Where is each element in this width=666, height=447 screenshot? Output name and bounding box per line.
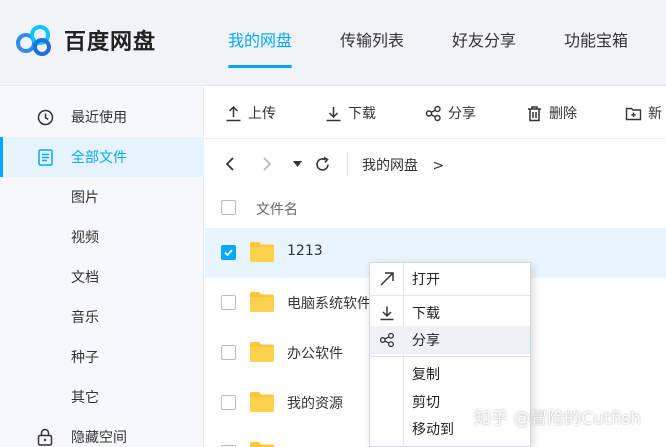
top-nav: 我的网盘 传输列表 好友分享 功能宝箱 <box>228 0 666 86</box>
delete-button[interactable]: 删除 <box>526 87 577 139</box>
select-all-checkbox[interactable] <box>221 200 236 215</box>
sidebar-item-label: 视频 <box>71 230 99 246</box>
breadcrumb-divider <box>347 152 348 176</box>
watermark-text: 知乎 @冒险的Cutfish <box>474 409 642 429</box>
folder-icon <box>250 242 274 262</box>
sidebar-item-music[interactable]: 音乐 <box>0 297 204 337</box>
context-menu-share[interactable]: 分享 <box>370 326 530 354</box>
breadcrumb-item-my-drive[interactable]: 我的网盘 <box>362 158 418 174</box>
sidebar-item-documents[interactable]: 文档 <box>0 257 204 297</box>
context-menu-divider <box>370 295 530 296</box>
cloud-logo-icon <box>16 25 51 56</box>
checkmark-icon <box>222 246 235 259</box>
chevron-left-icon <box>225 157 234 171</box>
sidebar-item-label: 其它 <box>71 390 99 406</box>
new-folder-icon <box>625 107 642 120</box>
app-logo[interactable]: 百度网盘 <box>14 20 156 60</box>
upload-label: 上传 <box>248 106 276 122</box>
context-menu-divider <box>370 356 530 357</box>
folder-icon <box>250 342 274 362</box>
sidebar-item-label: 种子 <box>71 350 99 366</box>
share-icon <box>425 105 441 121</box>
folder-icon <box>250 392 274 412</box>
share-icon <box>378 331 396 349</box>
download-icon <box>378 304 396 322</box>
breadcrumb-bar: 我的网盘 > <box>205 140 666 188</box>
context-menu-open[interactable]: 打开 <box>370 265 530 293</box>
folder-icon <box>250 292 274 312</box>
context-menu-label: 移动到 <box>412 422 454 438</box>
sidebar-item-label: 图片 <box>71 190 99 206</box>
share-button[interactable]: 分享 <box>425 87 476 139</box>
sidebar-item-label: 文档 <box>71 270 99 286</box>
sidebar-item-all-files[interactable]: 全部文件 <box>0 137 204 177</box>
sidebar-item-others[interactable]: 其它 <box>0 377 204 417</box>
sidebar-item-hidden-space[interactable]: 隐藏空间 <box>0 417 204 447</box>
sidebar: 最近使用 全部文件 图片 视频 文档 音乐 种子 其它 隐藏空间 <box>0 87 204 447</box>
sidebar-item-videos[interactable]: 视频 <box>0 217 204 257</box>
context-menu-label: 打开 <box>412 272 440 288</box>
back-button[interactable] <box>220 154 240 174</box>
sidebar-item-images[interactable]: 图片 <box>0 177 204 217</box>
refresh-button[interactable] <box>312 154 332 174</box>
sidebar-item-label: 最近使用 <box>71 110 127 126</box>
context-menu-label: 剪切 <box>412 395 440 411</box>
folder-icon <box>250 442 274 447</box>
forward-button[interactable] <box>257 154 277 174</box>
open-arrow-icon <box>378 270 396 288</box>
new-label: 新 <box>648 106 662 122</box>
file-name[interactable]: 我的资源 <box>287 393 343 413</box>
breadcrumb: 我的网盘 > <box>362 155 444 175</box>
context-menu-copy[interactable]: 复制 <box>370 360 530 388</box>
delete-label: 删除 <box>549 106 577 122</box>
toolbar: 上传 下载 分享 删除 新 <box>205 87 666 139</box>
context-menu-download[interactable]: 下载 <box>370 299 530 327</box>
tab-my-drive[interactable]: 我的网盘 <box>228 0 293 86</box>
tab-toolbox[interactable]: 功能宝箱 <box>564 0 628 86</box>
upload-icon <box>226 105 241 121</box>
download-icon <box>326 106 341 121</box>
download-button[interactable]: 下载 <box>325 87 376 139</box>
row-checkbox[interactable] <box>221 295 236 310</box>
sidebar-item-recent[interactable]: 最近使用 <box>0 97 204 137</box>
row-checkbox[interactable] <box>221 345 236 360</box>
sidebar-item-label: 音乐 <box>71 310 99 326</box>
row-checkbox[interactable] <box>221 245 236 260</box>
context-menu-label: 分享 <box>412 333 440 349</box>
caret-down-icon <box>292 161 302 167</box>
new-folder-button[interactable]: 新 <box>625 87 662 139</box>
context-menu-label: 下载 <box>412 306 440 322</box>
tab-friend-share[interactable]: 好友分享 <box>452 0 516 86</box>
app-logo-text: 百度网盘 <box>64 30 157 55</box>
trash-icon <box>528 105 541 121</box>
breadcrumb-separator: > <box>432 158 445 174</box>
refresh-icon <box>315 156 329 171</box>
file-name[interactable]: 1213 <box>287 243 323 259</box>
sidebar-item-label: 隐藏空间 <box>71 430 127 446</box>
row-checkbox[interactable] <box>221 395 236 410</box>
upload-button[interactable]: 上传 <box>225 87 276 139</box>
file-name[interactable]: 电脑系统软件 <box>287 293 371 313</box>
sidebar-item-label: 全部文件 <box>71 150 127 166</box>
file-name[interactable]: 办公软件 <box>287 343 343 363</box>
clock-icon <box>36 108 54 126</box>
tab-transfer-list[interactable]: 传输列表 <box>340 0 404 86</box>
lock-icon <box>36 428 54 446</box>
context-menu-label: 复制 <box>412 367 440 383</box>
sidebar-item-torrents[interactable]: 种子 <box>0 337 204 377</box>
document-icon <box>36 148 54 166</box>
history-dropdown[interactable] <box>287 154 307 174</box>
share-label: 分享 <box>448 106 476 122</box>
file-list-header: 文件名 <box>205 188 666 228</box>
download-label: 下载 <box>348 106 376 122</box>
top-header: 百度网盘 我的网盘 传输列表 好友分享 功能宝箱 <box>0 0 666 86</box>
column-header-filename[interactable]: 文件名 <box>256 199 298 219</box>
chevron-right-icon <box>263 157 272 171</box>
